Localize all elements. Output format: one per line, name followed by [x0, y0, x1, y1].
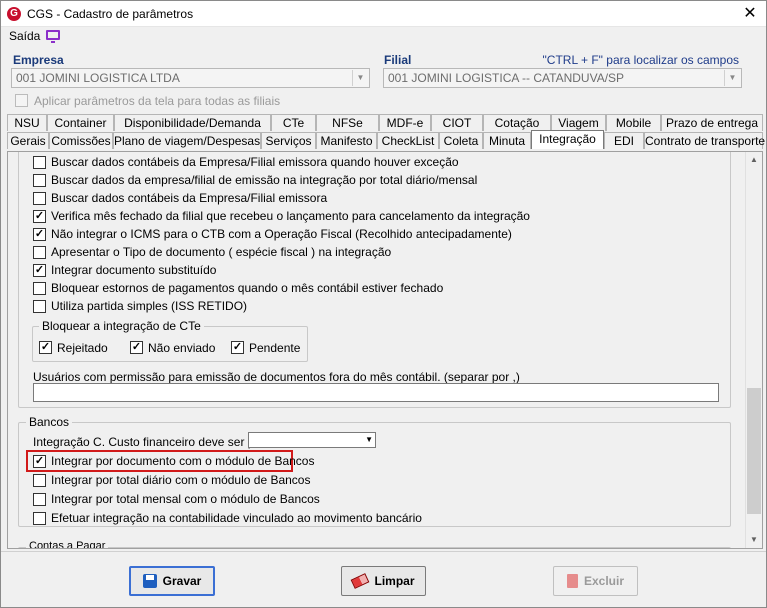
- excluir-button[interactable]: Excluir: [553, 566, 638, 596]
- search-hint: "CTRL + F" para localizar os campos: [542, 53, 739, 67]
- tab-checklist[interactable]: CheckList: [377, 132, 439, 149]
- tab-disponibilidade[interactable]: Disponibilidade/Demanda: [114, 114, 271, 131]
- option-label: Bloquear estornos de pagamentos quando o…: [51, 281, 444, 295]
- option-checkbox[interactable]: ✓: [33, 210, 46, 223]
- chevron-down-icon[interactable]: ▼: [365, 433, 373, 447]
- tab-servicos[interactable]: Serviços: [261, 132, 316, 149]
- option-checkbox[interactable]: [33, 300, 46, 313]
- contas-pagar-title: Contas a Pagar: [26, 540, 109, 548]
- scroll-up-icon[interactable]: ▲: [746, 152, 762, 168]
- bancos-documento-checkbox[interactable]: ✓: [33, 455, 46, 468]
- close-button[interactable]: ✕: [740, 4, 760, 24]
- menu-saida[interactable]: Saída: [9, 29, 40, 43]
- bancos-title: Bancos: [26, 415, 73, 429]
- tab-integracao[interactable]: Integração: [531, 130, 604, 149]
- scroll-thumb[interactable]: [747, 388, 761, 514]
- save-icon: [142, 574, 157, 588]
- filial-value: 001 JOMINI LOGISTICA -- CATANDUVA/SP: [388, 71, 625, 85]
- custo-financeiro-select[interactable]: ▼: [248, 432, 376, 448]
- tab-edi[interactable]: EDI: [604, 132, 644, 149]
- filial-label: Filial: [384, 53, 412, 67]
- option-checkbox[interactable]: [33, 174, 46, 187]
- bloquear-cte-title: Bloquear a integração de CTe: [39, 319, 204, 333]
- rejeitado-checkbox[interactable]: ✓: [39, 341, 52, 354]
- app-logo-icon: G: [7, 7, 21, 21]
- option-checkbox[interactable]: [33, 192, 46, 205]
- tab-cotacao[interactable]: Cotação: [483, 114, 551, 131]
- custo-financeiro-label: Integração C. Custo financeiro deve ser …: [33, 435, 266, 449]
- option-label: Buscar dados contábeis da Empresa/Filial…: [51, 191, 328, 205]
- bancos-mensal-label: Integrar por total mensal com o módulo d…: [51, 492, 320, 506]
- tab-coleta[interactable]: Coleta: [439, 132, 483, 149]
- option-label: Não integrar o ICMS para o CTB com a Ope…: [51, 227, 512, 241]
- apply-all-checkbox[interactable]: [15, 94, 28, 107]
- chevron-down-icon[interactable]: ▼: [352, 70, 368, 86]
- eraser-icon: [351, 573, 370, 589]
- option-checkbox[interactable]: ✓: [33, 228, 46, 241]
- option-label: Verifica mês fechado da filial que receb…: [51, 209, 530, 223]
- limpar-label: Limpar: [374, 574, 415, 588]
- option-label: Apresentar o Tipo de documento ( espécie…: [51, 245, 392, 259]
- tab-mobile[interactable]: Mobile: [606, 114, 661, 131]
- option-checkbox[interactable]: ✓: [33, 264, 46, 277]
- option-checkbox[interactable]: [33, 246, 46, 259]
- action-bar: Gravar Limpar Excluir: [1, 551, 766, 607]
- main-window: G CGS - Cadastro de parâmetros ✕ Saída E…: [0, 0, 767, 608]
- usuarios-input[interactable]: [33, 383, 719, 402]
- option-label: Buscar dados contábeis da Empresa/Filial…: [51, 155, 459, 169]
- vertical-scrollbar[interactable]: ▲ ▼: [745, 152, 762, 548]
- apply-all-label: Aplicar parâmetros da tela para todas as…: [34, 94, 281, 108]
- tab-viagem[interactable]: Viagem: [551, 114, 606, 131]
- title-bar: G CGS - Cadastro de parâmetros ✕: [1, 1, 766, 27]
- tab-mdfe[interactable]: MDF-e: [379, 114, 431, 131]
- bancos-documento-label: Integrar por documento com o módulo de B…: [51, 454, 315, 468]
- empresa-select[interactable]: 001 JOMINI LOGISTICA LTDA ▼: [11, 68, 370, 88]
- bancos-diario-checkbox[interactable]: [33, 474, 46, 487]
- option-label: Utiliza partida simples (ISS RETIDO): [51, 299, 248, 313]
- integracao-panel: Buscar dados contábeis da Empresa/Filial…: [7, 151, 763, 549]
- pendente-label: Pendente: [249, 341, 301, 355]
- tab-nfse[interactable]: NFSe: [316, 114, 379, 131]
- option-label: Buscar dados da empresa/filial de emissã…: [51, 173, 478, 187]
- option-label: Integrar documento substituído: [51, 263, 217, 277]
- usuarios-label: Usuários com permissão para emissão de d…: [33, 370, 520, 384]
- tab-nsu[interactable]: NSU: [7, 114, 47, 131]
- window-title: CGS - Cadastro de parâmetros: [27, 7, 194, 21]
- tab-comissoes[interactable]: Comissões: [49, 132, 113, 149]
- trash-icon: [566, 574, 578, 588]
- chevron-down-icon[interactable]: ▼: [724, 70, 740, 86]
- nao-enviado-label: Não enviado: [148, 341, 216, 355]
- gravar-label: Gravar: [162, 574, 202, 588]
- option-checkbox[interactable]: [33, 156, 46, 169]
- rejeitado-label: Rejeitado: [57, 341, 108, 355]
- option-checkbox[interactable]: [33, 282, 46, 295]
- gravar-button[interactable]: Gravar: [129, 566, 215, 596]
- bancos-diario-label: Integrar por total diário com o módulo d…: [51, 473, 311, 487]
- tab-cte[interactable]: CTe: [271, 114, 316, 131]
- tab-prazo-entrega[interactable]: Prazo de entrega: [661, 114, 763, 131]
- pendente-checkbox[interactable]: ✓: [231, 341, 244, 354]
- bancos-movimento-label: Efetuar integração na contabilidade vinc…: [51, 511, 422, 525]
- tab-plano-viagem[interactable]: Plano de viagem/Despesas: [113, 132, 261, 149]
- tab-container[interactable]: Container: [47, 114, 114, 131]
- bancos-movimento-checkbox[interactable]: [33, 512, 46, 525]
- empresa-label: Empresa: [13, 53, 64, 67]
- contas-pagar-group: [18, 547, 731, 548]
- nao-enviado-checkbox[interactable]: ✓: [130, 341, 143, 354]
- empresa-value: 001 JOMINI LOGISTICA LTDA: [16, 71, 180, 85]
- bancos-mensal-checkbox[interactable]: [33, 493, 46, 506]
- tab-manifesto[interactable]: Manifesto: [316, 132, 377, 149]
- tab-contrato-transporte[interactable]: Contrato de transporte: [644, 132, 765, 149]
- tab-ciot[interactable]: CIOT: [431, 114, 483, 131]
- filial-select[interactable]: 001 JOMINI LOGISTICA -- CATANDUVA/SP ▼: [383, 68, 742, 88]
- scroll-down-icon[interactable]: ▼: [746, 532, 762, 548]
- tab-minuta[interactable]: Minuta: [483, 132, 531, 149]
- menu-bar: Saída: [1, 27, 766, 45]
- excluir-label: Excluir: [583, 574, 625, 588]
- tab-gerais[interactable]: Gerais: [7, 132, 49, 149]
- monitor-icon[interactable]: [46, 30, 60, 43]
- limpar-button[interactable]: Limpar: [341, 566, 426, 596]
